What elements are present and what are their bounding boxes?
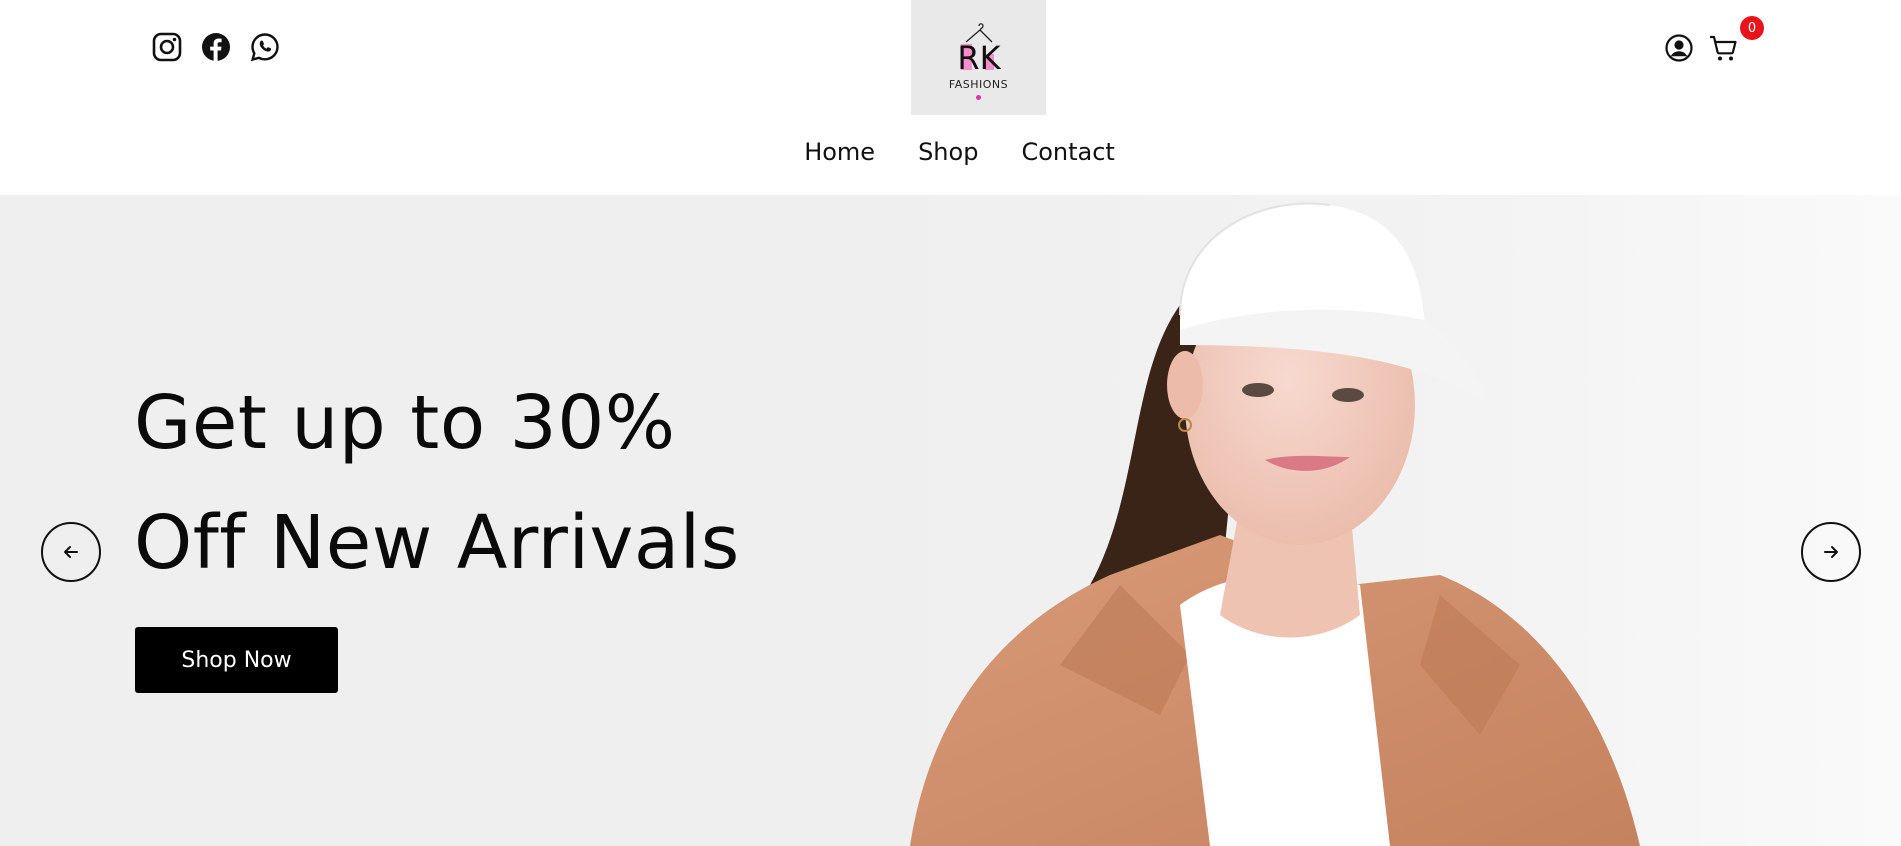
nav-contact[interactable]: Contact [1021,138,1114,166]
shop-now-button[interactable]: Shop Now [135,627,338,693]
instagram-icon[interactable] [150,30,183,63]
nav-shop[interactable]: Shop [918,138,978,166]
brand-logo[interactable]: RK FASHIONS [911,0,1046,115]
svg-text:RK: RK [957,39,1001,77]
nav-home[interactable]: Home [804,138,875,166]
facebook-icon[interactable] [199,30,232,63]
social-links [150,30,281,63]
cart-count-badge: 0 [1740,16,1764,40]
arrow-right-icon [1824,546,1838,558]
site-header: RK FASHIONS 0 Home Shop Contact [0,0,1901,195]
hero-model-image [880,195,1901,846]
hero-headline: Get up to 30% Off New Arrivals [134,363,740,603]
user-actions [1663,32,1739,64]
logo-dot [976,94,981,100]
slider-next-button[interactable] [1801,522,1861,582]
main-nav: Home Shop Contact [0,138,1901,166]
arrow-left-icon [64,546,78,558]
hero-slider: Get up to 30% Off New Arrivals Shop Now [0,195,1901,846]
hero-headline-line-2: Off New Arrivals [134,500,740,586]
rk-fashions-logo-mark: RK [957,22,1001,77]
account-icon[interactable] [1663,32,1695,64]
slider-prev-button[interactable] [41,522,101,582]
cart-icon[interactable] [1707,32,1739,64]
logo-wordmark: FASHIONS [948,77,1009,91]
whatsapp-icon[interactable] [248,30,281,63]
hero-headline-line-1: Get up to 30% [134,380,676,466]
